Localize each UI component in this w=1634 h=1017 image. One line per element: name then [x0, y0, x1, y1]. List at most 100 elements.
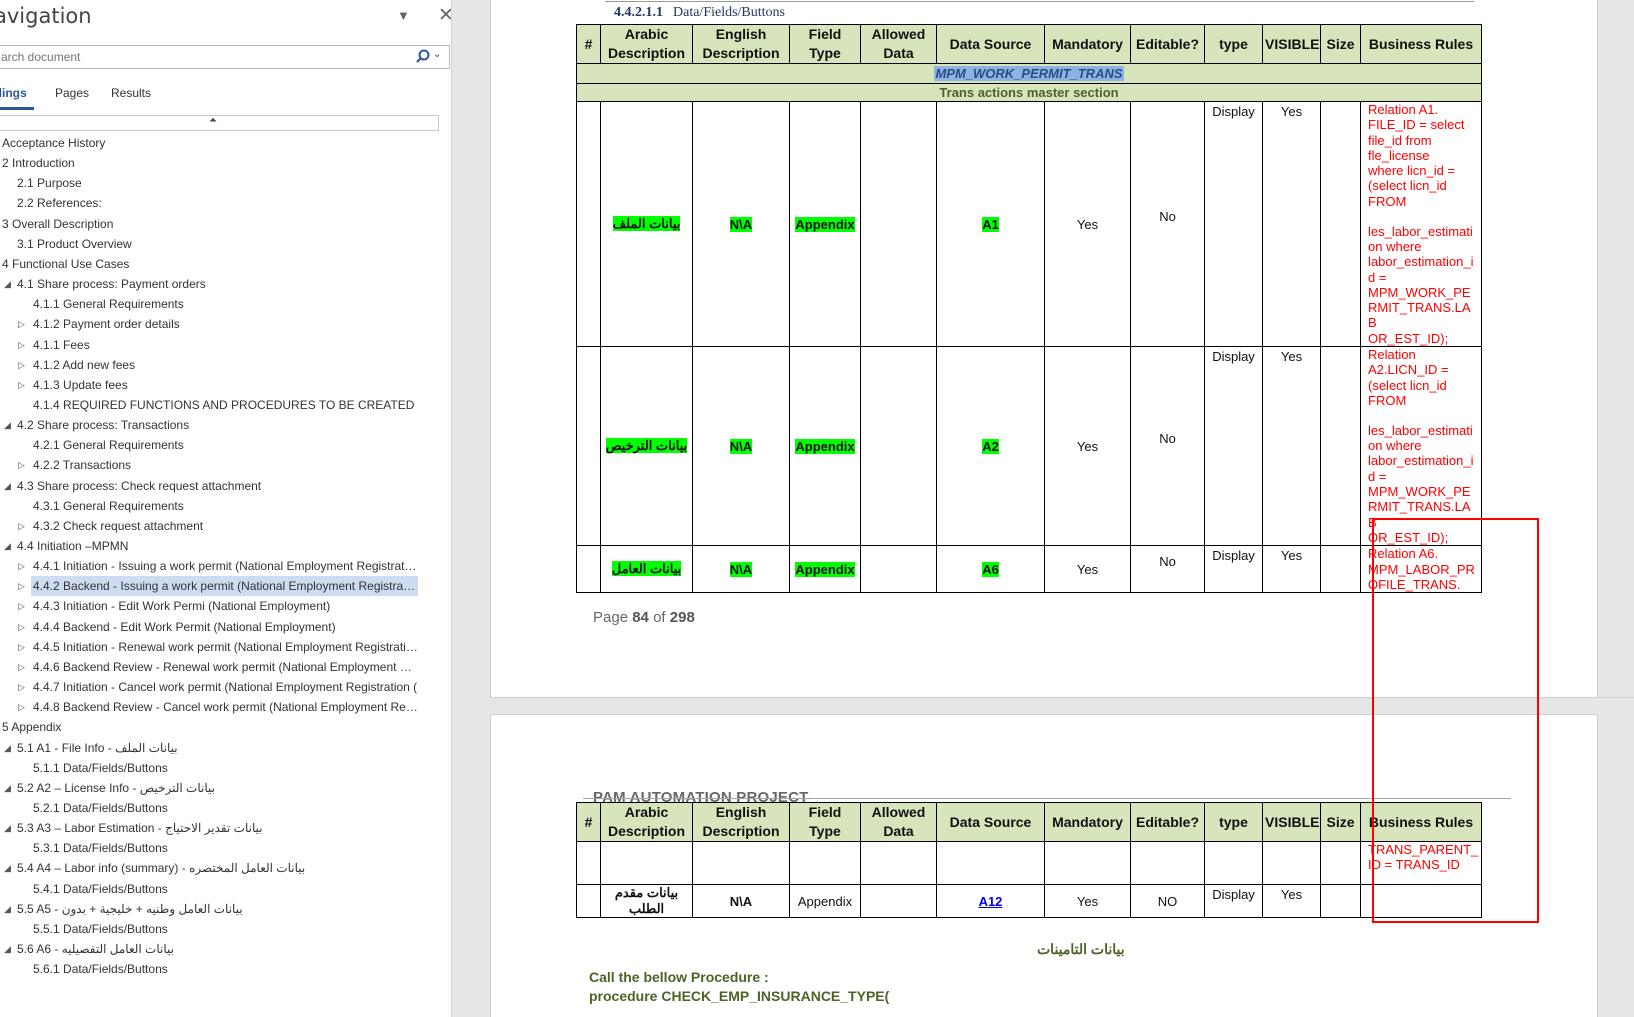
collapse-up-icon: ⏶	[209, 115, 217, 126]
collapsed-arrow-icon[interactable]: ▷	[18, 375, 25, 395]
nav-tree-item[interactable]: 3 Overall Description	[0, 214, 418, 234]
nav-tree-item[interactable]: 5.4 A4 – Labor info (summary) - بيانات ا…	[15, 858, 418, 878]
nav-tree-item[interactable]: 4.1 Share process: Payment orders	[15, 274, 418, 294]
expanded-arrow-icon[interactable]: ◢	[4, 476, 11, 496]
collapsed-arrow-icon[interactable]: ▷	[18, 314, 25, 334]
collapsed-arrow-icon[interactable]: ▷	[18, 657, 25, 677]
nav-tree-item[interactable]: 5.1 A1 - File Info - بيانات الملف	[15, 738, 418, 758]
nav-tree-item[interactable]: 5.5.1 Data/Fields/Buttons	[31, 919, 418, 939]
search-icon[interactable]	[414, 48, 432, 66]
nav-tree-item[interactable]: 5 Appendix	[0, 717, 418, 737]
collapsed-arrow-icon[interactable]: ▷	[18, 697, 25, 717]
expanded-arrow-icon[interactable]: ◢	[4, 274, 11, 294]
expanded-arrow-icon[interactable]: ◢	[4, 778, 11, 798]
column-header: #	[576, 24, 601, 64]
nav-tree-item[interactable]: 3.1 Product Overview	[15, 234, 418, 254]
nav-tree-item[interactable]: 4.1.1 Fees	[31, 335, 418, 355]
column-header: Size	[1320, 24, 1361, 64]
nav-tree-item[interactable]: 4.4.1 Initiation - Issuing a work permit…	[31, 556, 418, 576]
collapsed-arrow-icon[interactable]: ▷	[18, 637, 25, 657]
nav-tree-item[interactable]: 4 Functional Use Cases	[0, 254, 418, 274]
collapsed-arrow-icon[interactable]: ▷	[18, 596, 25, 616]
nav-tree-item[interactable]: 4.3.1 General Requirements	[31, 496, 418, 516]
nav-tree-item[interactable]: 4.2.2 Transactions	[31, 455, 418, 475]
business-rule-line: A2.LICN_ID =	[1368, 362, 1449, 378]
nav-tree-item[interactable]: 4.2.1 General Requirements	[31, 435, 418, 455]
expanded-arrow-icon[interactable]: ◢	[4, 536, 11, 556]
collapsed-arrow-icon[interactable]: ▷	[18, 576, 25, 596]
column-header: English Description	[692, 24, 790, 64]
collapsed-arrow-icon[interactable]: ▷	[18, 617, 25, 637]
field-type-cell	[789, 841, 861, 885]
nav-tree-item[interactable]: 4.1.2 Add new fees	[31, 355, 418, 375]
nav-tree-item[interactable]: Acceptance History	[0, 133, 418, 153]
tab-results[interactable]: Results	[111, 86, 151, 100]
tab-headings[interactable]: adings	[0, 86, 27, 100]
data-source-cell: A1	[936, 100, 1045, 348]
type-cell: Display	[1204, 100, 1263, 348]
english-description-cell	[692, 841, 790, 885]
collapsed-arrow-icon[interactable]: ▷	[18, 516, 25, 536]
nav-tree-item[interactable]: 4.4.2 Backend - Issuing a work permit (N…	[31, 576, 418, 597]
nav-tree-item[interactable]: 5.2 A2 – License Info - بيانات الترخيص	[15, 778, 418, 798]
nav-tree-item[interactable]: 4.1.1 General Requirements	[31, 294, 418, 314]
nav-tree-item[interactable]: 4.4.3 Initiation - Edit Work Permi (Nati…	[31, 596, 418, 616]
nav-tree-item[interactable]: 5.4.1 Data/Fields/Buttons	[31, 879, 418, 899]
nav-tree-item[interactable]: 4.4.7 Initiation - Cancel work permit (N…	[31, 677, 418, 697]
collapse-all-bar[interactable]: ⏶	[0, 115, 439, 131]
nav-tree-item[interactable]: 5.1.1 Data/Fields/Buttons	[31, 758, 418, 778]
section-rule	[605, 1, 1474, 2]
data-source-cell-value: A1	[982, 216, 999, 232]
business-rule-line: (select licn_id	[1368, 377, 1447, 393]
nav-tree-item[interactable]: 2 Introduction	[0, 153, 418, 173]
business-rule-line: les_labor_estimati	[1368, 422, 1473, 438]
column-header: type	[1204, 802, 1263, 842]
section-band: Trans actions master section	[576, 83, 1482, 102]
expanded-arrow-icon[interactable]: ◢	[4, 899, 11, 919]
collapsed-arrow-icon[interactable]: ▷	[18, 677, 25, 697]
nav-tree-item[interactable]: 5.6 A6 - بيانات العامل التفصيليه	[15, 939, 418, 959]
nav-options-dropdown-icon[interactable]: ▼	[397, 8, 410, 23]
page-of: of	[653, 609, 666, 626]
row-number-cell	[576, 884, 601, 918]
nav-tree-item[interactable]: 4.3 Share process: Check request attachm…	[15, 476, 418, 496]
search-options-chevron-icon[interactable]: ⌄	[433, 49, 441, 60]
search-input[interactable]	[0, 46, 403, 68]
nav-tree-item[interactable]: 5.3 A3 – Labor Estimation - بيانات تقدير…	[15, 818, 418, 838]
nav-tree-item[interactable]: 4.1.2 Payment order details	[31, 314, 418, 334]
nav-tree-item[interactable]: 5.3.1 Data/Fields/Buttons	[31, 838, 418, 858]
collapsed-arrow-icon[interactable]: ▷	[18, 335, 25, 355]
column-header: Arabic Description	[600, 24, 693, 64]
expanded-arrow-icon[interactable]: ◢	[4, 415, 11, 435]
business-rule-line: les_labor_estimati	[1368, 223, 1473, 239]
size-cell	[1320, 884, 1361, 918]
business-rule-line: FILE_ID = select	[1368, 117, 1465, 133]
expanded-arrow-icon[interactable]: ◢	[4, 818, 11, 838]
nav-tree-item[interactable]: 4.3.2 Check request attachment	[31, 516, 418, 536]
nav-tree-item[interactable]: 4.4.6 Backend Review - Renewal work perm…	[31, 657, 418, 677]
nav-tree-item[interactable]: 2.1 Purpose	[15, 173, 418, 193]
expanded-arrow-icon[interactable]: ◢	[4, 738, 11, 758]
collapsed-arrow-icon[interactable]: ▷	[18, 455, 25, 475]
nav-tree-item[interactable]: 5.2.1 Data/Fields/Buttons	[31, 798, 418, 818]
data-source-cell-value[interactable]: A12	[979, 894, 1003, 909]
type-cell: Display	[1204, 346, 1263, 547]
close-icon[interactable]: ✕	[438, 4, 451, 27]
nav-tree-item[interactable]: 5.5 A5 - بيانات العامل وطنيه + خليجية + …	[15, 899, 418, 919]
nav-tree-item[interactable]: 2.2 References:	[15, 193, 418, 213]
nav-tree-item[interactable]: 4.1.4 REQUIRED FUNCTIONS AND PROCEDURES …	[31, 395, 418, 415]
nav-tree-item[interactable]: 4.1.3 Update fees	[31, 375, 418, 395]
nav-tree-item[interactable]: 4.4.8 Backend Review - Cancel work permi…	[31, 697, 418, 717]
nav-tree-item[interactable]: 5.6.1 Data/Fields/Buttons	[31, 959, 418, 979]
nav-tree-item[interactable]: 4.2 Share process: Transactions	[15, 415, 418, 435]
collapsed-arrow-icon[interactable]: ▷	[18, 355, 25, 375]
expanded-arrow-icon[interactable]: ◢	[4, 858, 11, 878]
procedure-name: procedure CHECK_EMP_INSURANCE_TYPE(	[589, 988, 890, 1004]
expanded-arrow-icon[interactable]: ◢	[4, 939, 11, 959]
nav-tree-item[interactable]: 4.4.5 Initiation - Renewal work permit (…	[31, 637, 418, 657]
tab-pages[interactable]: Pages	[55, 86, 89, 100]
business-rule-line: OR_EST_ID);	[1368, 330, 1449, 346]
collapsed-arrow-icon[interactable]: ▷	[18, 556, 25, 576]
nav-tree-item[interactable]: 4.4.4 Backend - Edit Work Permit (Nation…	[31, 617, 418, 637]
nav-tree-item[interactable]: 4.4 Initiation –MPMN	[15, 536, 418, 556]
